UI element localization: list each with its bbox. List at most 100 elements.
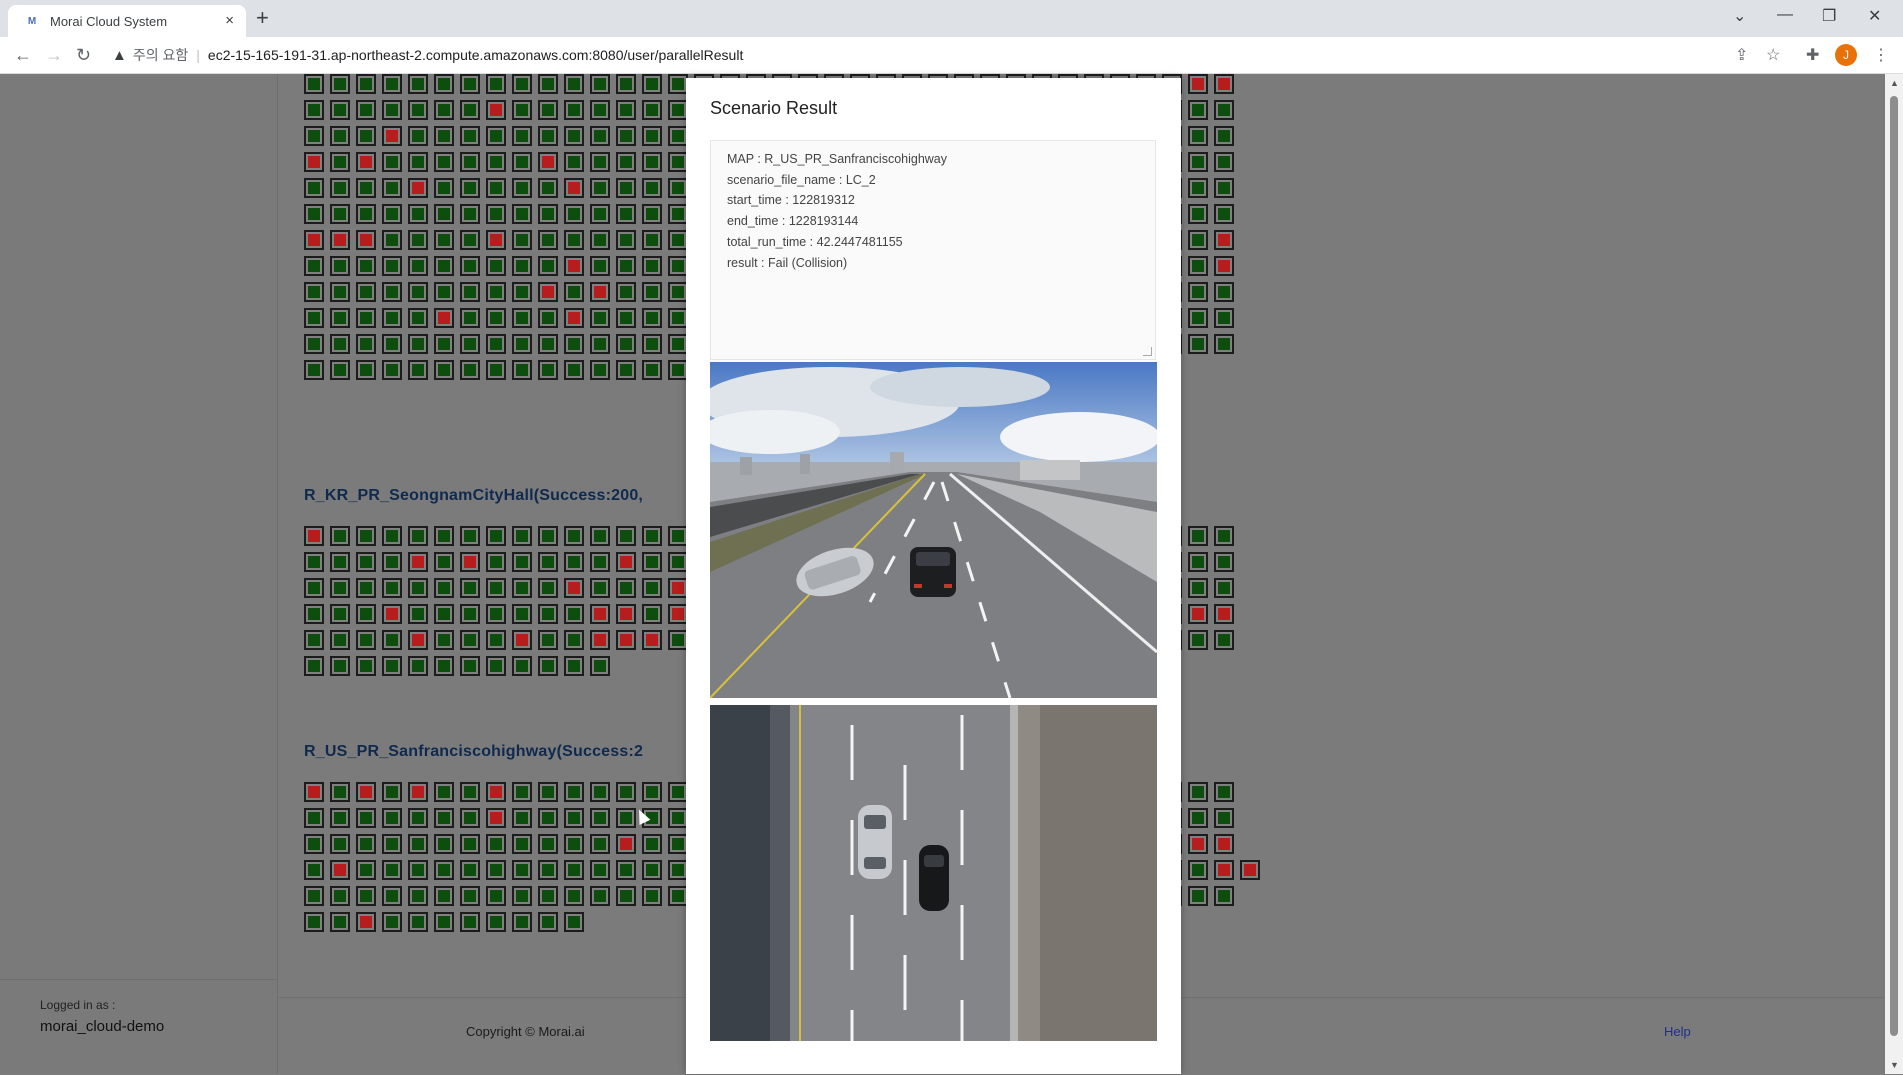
result-cell-success[interactable] [538,604,558,624]
result-cell-success[interactable] [382,526,402,546]
result-cell-success[interactable] [642,578,662,598]
result-cell-success[interactable] [382,178,402,198]
result-cell-success[interactable] [668,308,688,328]
result-cell-success[interactable] [668,552,688,572]
result-cell-success[interactable] [1214,126,1234,146]
result-cell-fail[interactable] [642,630,662,650]
result-cell-fail[interactable] [616,604,636,624]
result-cell-success[interactable] [382,808,402,828]
result-cell-success[interactable] [330,630,350,650]
result-cell-success[interactable] [1188,178,1208,198]
result-cell-success[interactable] [356,656,376,676]
result-cell-success[interactable] [538,204,558,224]
result-cell-fail[interactable] [304,152,324,172]
result-cell-success[interactable] [408,334,428,354]
result-cell-fail[interactable] [590,630,610,650]
result-cell-success[interactable] [460,834,480,854]
result-cell-success[interactable] [642,526,662,546]
result-cell-success[interactable] [304,860,324,880]
result-cell-success[interactable] [668,74,688,94]
result-cell-success[interactable] [564,100,584,120]
result-cell-success[interactable] [460,334,480,354]
result-cell-success[interactable] [590,100,610,120]
result-cell-success[interactable] [486,860,506,880]
result-cell-success[interactable] [434,656,454,676]
profile-avatar[interactable]: J [1835,44,1857,66]
result-cell-success[interactable] [564,230,584,250]
result-cell-success[interactable] [460,604,480,624]
result-cell-success[interactable] [590,152,610,172]
result-cell-success[interactable] [1214,578,1234,598]
result-cell-success[interactable] [512,886,532,906]
result-cell-success[interactable] [434,256,454,276]
result-cell-success[interactable] [512,282,532,302]
result-cell-fail[interactable] [564,178,584,198]
result-cell-success[interactable] [460,886,480,906]
result-cell-success[interactable] [1214,782,1234,802]
result-cell-success[interactable] [434,808,454,828]
result-cell-success[interactable] [356,100,376,120]
result-cell-success[interactable] [616,100,636,120]
result-cell-success[interactable] [564,604,584,624]
result-cell-success[interactable] [382,308,402,328]
result-cell-fail[interactable] [1188,74,1208,94]
result-cell-success[interactable] [408,578,428,598]
result-cell-success[interactable] [486,126,506,146]
result-cell-success[interactable] [434,126,454,146]
result-cell-fail[interactable] [616,834,636,854]
result-cell-fail[interactable] [1240,860,1260,880]
result-cell-success[interactable] [330,334,350,354]
result-cell-success[interactable] [356,74,376,94]
result-cell-success[interactable] [434,74,454,94]
result-cell-success[interactable] [590,782,610,802]
result-cell-success[interactable] [538,74,558,94]
tab-search-icon[interactable]: ⌄ [1733,6,1746,26]
result-cell-success[interactable] [486,604,506,624]
result-cell-success[interactable] [616,526,636,546]
result-cell-success[interactable] [616,230,636,250]
result-cell-success[interactable] [460,782,480,802]
result-cell-success[interactable] [408,100,428,120]
result-cell-success[interactable] [642,604,662,624]
result-cell-success[interactable] [408,308,428,328]
result-cell-success[interactable] [1214,886,1234,906]
result-cell-success[interactable] [538,630,558,650]
result-cell-fail[interactable] [1188,604,1208,624]
result-cell-success[interactable] [1214,152,1234,172]
result-cell-success[interactable] [668,834,688,854]
result-cell-success[interactable] [434,282,454,302]
result-cell-success[interactable] [564,834,584,854]
result-cell-success[interactable] [330,74,350,94]
reload-icon[interactable]: ↻ [76,45,91,66]
result-cell-success[interactable] [434,834,454,854]
result-cell-success[interactable] [668,152,688,172]
result-cell-success[interactable] [356,604,376,624]
result-cell-fail[interactable] [330,860,350,880]
result-cell-success[interactable] [642,126,662,146]
bookmark-star-icon[interactable]: ☆ [1766,45,1780,65]
result-cell-success[interactable] [408,230,428,250]
result-cell-success[interactable] [564,204,584,224]
result-cell-success[interactable] [1188,126,1208,146]
result-cell-success[interactable] [616,334,636,354]
result-cell-success[interactable] [304,308,324,328]
result-cell-success[interactable] [486,578,506,598]
result-cell-success[interactable] [408,282,428,302]
result-cell-success[interactable] [408,74,428,94]
result-cell-success[interactable] [538,578,558,598]
result-cell-success[interactable] [564,334,584,354]
result-cell-success[interactable] [1214,204,1234,224]
result-cell-success[interactable] [1214,308,1234,328]
result-cell-success[interactable] [382,834,402,854]
result-cell-success[interactable] [668,630,688,650]
result-cell-success[interactable] [304,126,324,146]
result-cell-success[interactable] [330,604,350,624]
result-cell-success[interactable] [460,152,480,172]
result-cell-success[interactable] [668,886,688,906]
result-cell-success[interactable] [434,578,454,598]
result-cell-fail[interactable] [408,630,428,650]
result-cell-success[interactable] [382,886,402,906]
result-cell-success[interactable] [434,526,454,546]
result-cell-success[interactable] [668,230,688,250]
result-cell-success[interactable] [330,360,350,380]
